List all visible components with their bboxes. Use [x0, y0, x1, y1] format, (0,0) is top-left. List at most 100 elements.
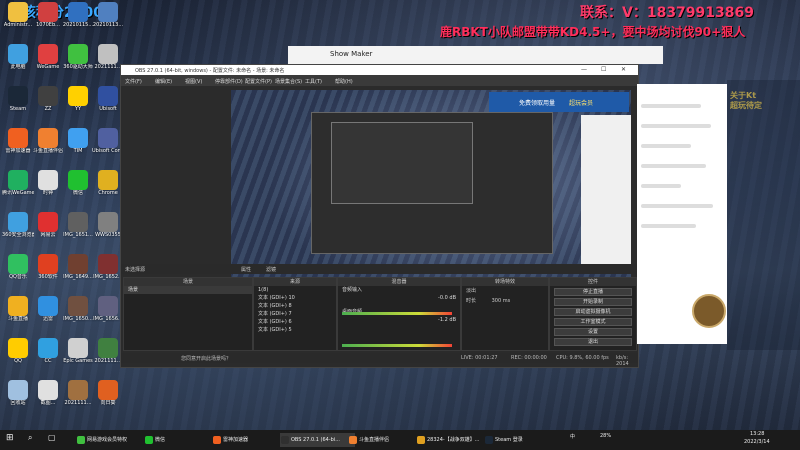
exit-button[interactable]: 退出 — [554, 338, 632, 346]
desktop-icon[interactable]: ZZ — [32, 86, 64, 120]
desktop-icon-label: 2021111... — [64, 400, 92, 406]
taskbar-app[interactable]: 28324-【战争双雄】... — [416, 433, 491, 447]
desktop-icon[interactable]: 腾讯WeGame — [2, 170, 34, 204]
sources-header: 来源 — [254, 278, 336, 286]
desktop-icon[interactable]: 1070Eb... — [32, 2, 64, 36]
desktop-icon[interactable]: 斗鱼直播 — [2, 296, 34, 330]
taskbar-app[interactable]: 雷神加速器 — [212, 433, 287, 447]
desktop-icon[interactable]: IMG_1650... — [62, 296, 94, 330]
taskbar-app[interactable]: 斗鱼直播伴侣 — [348, 433, 423, 447]
desktop-icon[interactable]: WeGame — [32, 44, 64, 78]
app-icon — [68, 128, 88, 148]
desktop-icon[interactable]: 斗鱼直播伴侣 — [32, 128, 64, 162]
transition-type-select[interactable]: 淡出 — [462, 286, 548, 296]
menu-item[interactable]: 场景集合(S) — [275, 78, 302, 85]
desktop-icon[interactable]: TIM — [62, 128, 94, 162]
desktop-icon[interactable]: 时钟 — [32, 170, 64, 204]
desktop-icon[interactable]: 2021111... — [62, 380, 94, 414]
menu-item[interactable]: 工具(T) — [305, 78, 322, 85]
chat-line — [641, 204, 713, 208]
close-icon[interactable]: ✕ — [621, 66, 626, 73]
taskbar-app[interactable]: 微信 — [144, 433, 219, 447]
minimize-icon[interactable]: — — [581, 66, 587, 73]
scenes-header: 场景 — [124, 278, 252, 286]
desktop-icon[interactable]: YY — [62, 86, 94, 120]
stop-streaming-button[interactable]: 停止直播 — [554, 288, 632, 296]
clock-date[interactable]: 2022/3/14 — [744, 439, 770, 445]
desktop-icon-label: 360软件 — [38, 274, 58, 280]
app-icon — [98, 170, 118, 190]
desktop-icon[interactable]: 20210115... — [62, 2, 94, 36]
desktop-icon[interactable]: 20210113... — [92, 2, 124, 36]
taskbar-app-label: 雷神加速器 — [223, 437, 249, 443]
desktop-icon[interactable]: 雷神加速器 — [2, 128, 34, 162]
app-icon — [98, 254, 118, 274]
menu-item[interactable]: 视图(V) — [185, 78, 202, 85]
ime-indicator[interactable]: 中 — [570, 433, 575, 440]
desktop-icon-label: IMG_1650... — [63, 316, 93, 322]
obs-titlebar[interactable]: OBS 27.0.1 (64-bit, windows) - 配置文件: 未命名… — [121, 65, 638, 75]
menu-item[interactable]: 文件(F) — [125, 78, 142, 85]
desktop-icon[interactable]: 微信 — [62, 170, 94, 204]
filters-button[interactable]: 滤镜 — [266, 266, 276, 273]
settings-button[interactable]: 设置 — [554, 328, 632, 336]
search-icon[interactable]: ⌕ — [28, 433, 32, 443]
taskbar-app[interactable]: Steam 登录 — [484, 433, 559, 447]
source-item[interactable]: 1(8) — [254, 286, 336, 294]
virtual-camera-button[interactable]: 启动虚拟摄像机 — [554, 308, 632, 316]
desktop-icon[interactable]: 360软件 — [32, 254, 64, 288]
desktop-icon[interactable]: Epic Games — [62, 338, 94, 372]
source-item[interactable]: 文本 (GDI+) 8 — [254, 302, 336, 310]
clock-time[interactable]: 13:28 — [750, 431, 764, 437]
windows-start-icon[interactable]: ⊞ — [6, 433, 14, 443]
taskbar-app-icon — [485, 436, 493, 444]
desktop-icon[interactable]: CC — [32, 338, 64, 372]
desktop-icon[interactable]: Steam — [2, 86, 34, 120]
desktop-icon[interactable]: 此电脑 — [2, 44, 34, 78]
source-item[interactable]: 文本 (GDI+) 10 — [254, 294, 336, 302]
app-icon — [8, 86, 28, 106]
controls-header: 控件 — [550, 278, 636, 286]
source-item[interactable]: 文本 (GDI+) 7 — [254, 310, 336, 318]
maximize-icon[interactable]: ☐ — [601, 66, 606, 73]
desktop-icon[interactable]: 迅雷 — [32, 296, 64, 330]
taskbar-app-icon — [281, 436, 289, 444]
showmaker-window-titlebar[interactable]: Show Maker — [288, 46, 663, 64]
app-icon — [98, 44, 118, 64]
app-icon — [68, 380, 88, 400]
desktop-icon[interactable]: Administr... — [2, 2, 34, 36]
app-icon — [68, 170, 88, 190]
desktop-icon-label: 360驱动大师 — [63, 64, 93, 70]
desktop-icon[interactable]: 网易云 — [32, 212, 64, 246]
app-icon — [38, 338, 58, 358]
desktop-icon[interactable]: 360安全浏览器 — [2, 212, 34, 246]
desktop-icon[interactable]: 回收站 — [2, 380, 34, 414]
task-view-icon[interactable]: ▢ — [48, 433, 56, 442]
menu-item[interactable]: 停靠部件(D) — [215, 78, 243, 85]
desktop-icon[interactable]: IMG_1651... — [62, 212, 94, 246]
taskbar-app[interactable]: OBS 27.0.1 (64-bi... — [280, 433, 355, 447]
source-item[interactable]: 文本 (GDI+) 6 — [254, 318, 336, 326]
source-item[interactable]: 文本 (GDI+) 5 — [254, 326, 336, 334]
app-icon — [98, 212, 118, 232]
desktop-icon[interactable]: QQ音乐 — [2, 254, 34, 288]
taskbar-app[interactable]: 网易游戏会员特权 — [76, 433, 151, 447]
start-recording-button[interactable]: 开始录制 — [554, 298, 632, 306]
properties-button[interactable]: 属性 — [241, 266, 251, 273]
banner-member-text: 超玩会员 — [569, 100, 594, 107]
desktop-icon[interactable]: 截图... — [32, 380, 64, 414]
desktop-icon[interactable]: 360驱动大师 — [62, 44, 94, 78]
transition-duration[interactable]: 时长 300 ms — [462, 296, 548, 306]
menu-item[interactable]: 配置文件(P) — [245, 78, 272, 85]
desktop-icon[interactable]: 向日葵 — [92, 380, 124, 414]
menu-item[interactable]: 帮助(H) — [335, 78, 353, 85]
menu-item[interactable]: 编辑(E) — [155, 78, 172, 85]
scene-item[interactable]: 场景 — [124, 286, 252, 294]
desktop-icon-label: QQ — [14, 358, 22, 364]
desktop-icon-label: TIM — [73, 148, 83, 154]
desktop-icon-label: 20210113... — [92, 22, 124, 28]
desktop-icon[interactable]: QQ — [2, 338, 34, 372]
avatar[interactable] — [692, 294, 726, 328]
desktop-icon[interactable]: IMG_1649... — [62, 254, 94, 288]
studio-mode-button[interactable]: 工作室模式 — [554, 318, 632, 326]
